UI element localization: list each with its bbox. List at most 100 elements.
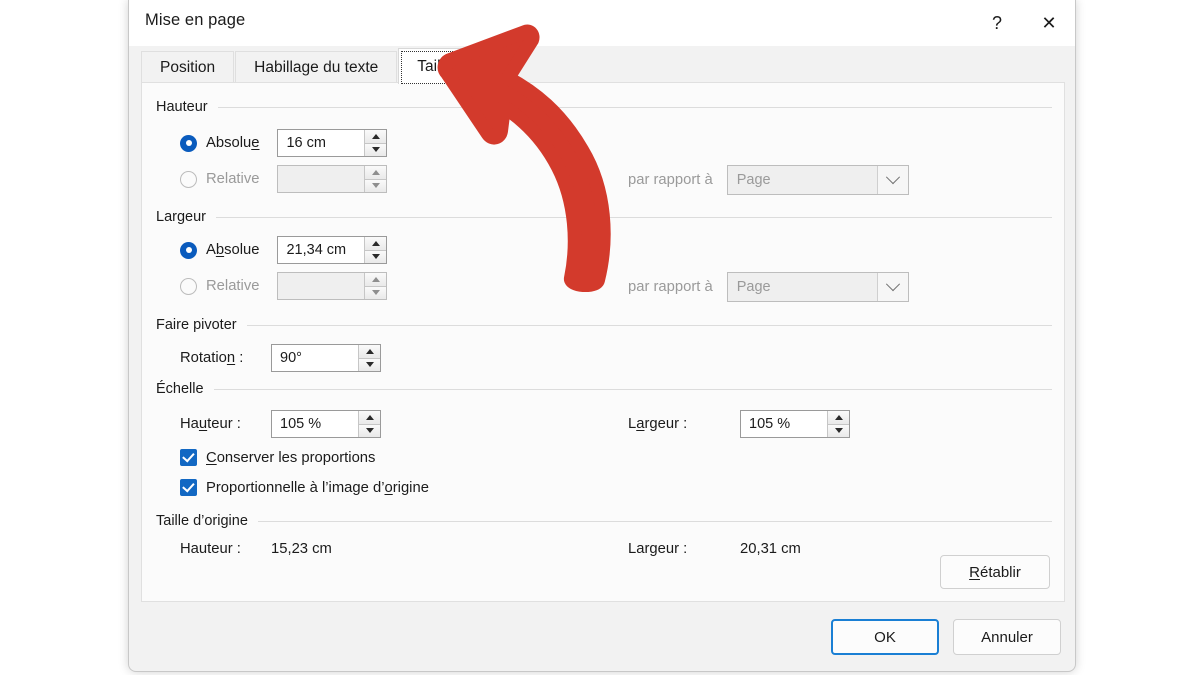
spinner-up-icon[interactable] [365, 273, 387, 287]
spinner-down-icon[interactable] [828, 424, 849, 437]
spinner-rotation[interactable]: 90° [271, 344, 381, 372]
spinner-up-icon[interactable] [359, 411, 380, 425]
group-header-faire-pivoter: Faire pivoter [156, 317, 1052, 333]
value-origine-largeur: 20,31 cm [740, 541, 801, 557]
group-rule [213, 388, 1052, 390]
dropdown-largeur-value: Page [736, 279, 771, 295]
row-checkbox-proportions[interactable]: Conserver les proportions [180, 449, 375, 466]
spinner-hauteur-relative-value[interactable] [278, 166, 365, 192]
group-title-faire-pivoter: Faire pivoter [156, 317, 237, 333]
radio-largeur-relative[interactable] [180, 277, 197, 295]
checkbox-conserver-proportions-label: Conserver les proportions [206, 449, 376, 466]
dialog-footer: OK Annuler [129, 603, 1075, 671]
tab-position-label: Position [160, 59, 216, 76]
close-icon[interactable]: ✕ [1023, 0, 1075, 46]
spinner-rotation-value[interactable]: 90° [272, 345, 358, 371]
label-echelle-hauteur: Hauteur : [180, 416, 241, 432]
spinner-up-icon[interactable] [828, 411, 849, 425]
spinner-hauteur-absolue[interactable]: 16 cm [277, 129, 388, 157]
spinner-down-icon[interactable] [365, 143, 387, 156]
tab-taille[interactable]: Taille [398, 48, 472, 84]
spinner-echelle-hauteur[interactable]: 105 % [271, 410, 381, 438]
spinner-down-icon[interactable] [359, 358, 380, 371]
tab-taille-label: Taille [417, 57, 453, 75]
spinner-buttons [827, 411, 849, 437]
group-header-echelle: Échelle [156, 381, 1052, 397]
tab-position[interactable]: Position [141, 51, 235, 84]
group-title-taille-origine: Taille d’origine [156, 513, 248, 529]
checkbox-proportionnelle-image-origine-label: Proportionnelle à l’image d’origine [206, 479, 429, 496]
spinner-largeur-relative-value[interactable] [278, 273, 365, 299]
dropdown-hauteur-par-rapport-a[interactable]: Page [726, 165, 909, 195]
radio-largeur-relative-label: Relative [206, 278, 260, 294]
spinner-echelle-hauteur-value[interactable]: 105 % [272, 411, 358, 437]
spinner-buttons [364, 273, 387, 299]
dialog-titlebar: Mise en page ? ✕ [129, 0, 1075, 46]
radio-hauteur-absolue[interactable] [180, 134, 197, 152]
spinner-echelle-largeur[interactable]: 105 % [740, 410, 850, 438]
spinner-up-icon[interactable] [365, 237, 387, 251]
group-title-hauteur: Hauteur [156, 99, 208, 115]
radio-largeur-absolue-label: Absolue [206, 242, 260, 258]
group-rule [246, 324, 1052, 326]
row-hauteur-relative-to: par rapport à Page [628, 165, 909, 195]
row-origine-largeur: Largeur : 20,31 cm [628, 541, 801, 557]
spinner-up-icon[interactable] [365, 130, 387, 144]
row-echelle-largeur: Largeur : 105 % [628, 410, 850, 438]
spinner-buttons [364, 237, 387, 263]
radio-hauteur-relative-label: Relative [206, 171, 260, 187]
spinner-down-icon[interactable] [365, 179, 387, 192]
radio-hauteur-absolue-label: Absolue [206, 135, 260, 151]
radio-hauteur-relative[interactable] [180, 170, 197, 188]
spinner-hauteur-absolue-value[interactable]: 16 cm [278, 130, 365, 156]
group-header-taille-origine: Taille d’origine [156, 513, 1052, 529]
spinner-largeur-absolue-value[interactable]: 21,34 cm [278, 237, 365, 263]
row-checkbox-original[interactable]: Proportionnelle à l’image d’origine [180, 479, 429, 496]
ok-button[interactable]: OK [831, 619, 939, 655]
chevron-down-icon[interactable] [876, 166, 908, 194]
tabstrip: Position Habillage du texte Taille [141, 46, 1065, 84]
row-rotation: Rotation : 90° [180, 344, 381, 372]
cancel-button[interactable]: Annuler [953, 619, 1061, 655]
page-layout-dialog: Mise en page ? ✕ Position Habillage du t… [128, 0, 1076, 672]
group-header-largeur: Largeur [156, 209, 1052, 225]
row-hauteur-relative: Relative [180, 165, 388, 193]
spinner-hauteur-relative[interactable] [277, 165, 388, 193]
spinner-up-icon[interactable] [359, 345, 380, 359]
group-rule [217, 106, 1052, 108]
group-title-largeur: Largeur [156, 209, 206, 225]
spinner-largeur-absolue[interactable]: 21,34 cm [277, 236, 388, 264]
group-title-echelle: Échelle [156, 381, 204, 397]
spinner-up-icon[interactable] [365, 166, 387, 180]
dialog-title: Mise en page [145, 11, 246, 29]
row-largeur-absolue: Absolue 21,34 cm [180, 236, 388, 264]
value-origine-hauteur: 15,23 cm [271, 541, 332, 557]
spinner-echelle-largeur-value[interactable]: 105 % [741, 411, 827, 437]
tab-habillage-du-texte[interactable]: Habillage du texte [235, 51, 398, 84]
label-largeur-par-rapport-a: par rapport à [628, 279, 713, 295]
row-echelle-hauteur: Hauteur : 105 % [180, 410, 381, 438]
checkbox-conserver-proportions[interactable] [180, 449, 197, 466]
row-largeur-relative-to: par rapport à Page [628, 272, 909, 302]
dropdown-largeur-par-rapport-a[interactable]: Page [726, 272, 909, 302]
reset-button[interactable]: Rétablir [940, 555, 1050, 589]
spinner-down-icon[interactable] [359, 424, 380, 437]
screenshot-stage: Mise en page ? ✕ Position Habillage du t… [0, 0, 1200, 675]
label-origine-hauteur: Hauteur : [180, 541, 241, 557]
group-rule [257, 520, 1052, 522]
row-largeur-relative: Relative [180, 272, 388, 300]
label-echelle-largeur: Largeur : [628, 416, 688, 432]
spinner-down-icon[interactable] [365, 286, 387, 299]
spinner-buttons [364, 130, 387, 156]
radio-largeur-absolue[interactable] [180, 241, 197, 259]
tab-habillage-label: Habillage du texte [254, 59, 379, 76]
chevron-down-icon[interactable] [876, 273, 908, 301]
dropdown-hauteur-value: Page [736, 172, 771, 188]
checkbox-proportionnelle-image-origine[interactable] [180, 479, 197, 496]
row-hauteur-absolue: Absolue 16 cm [180, 129, 388, 157]
spinner-buttons [358, 411, 380, 437]
spinner-down-icon[interactable] [365, 250, 387, 263]
help-icon[interactable]: ? [971, 0, 1023, 46]
spinner-largeur-relative[interactable] [277, 272, 388, 300]
spinner-buttons [358, 345, 380, 371]
